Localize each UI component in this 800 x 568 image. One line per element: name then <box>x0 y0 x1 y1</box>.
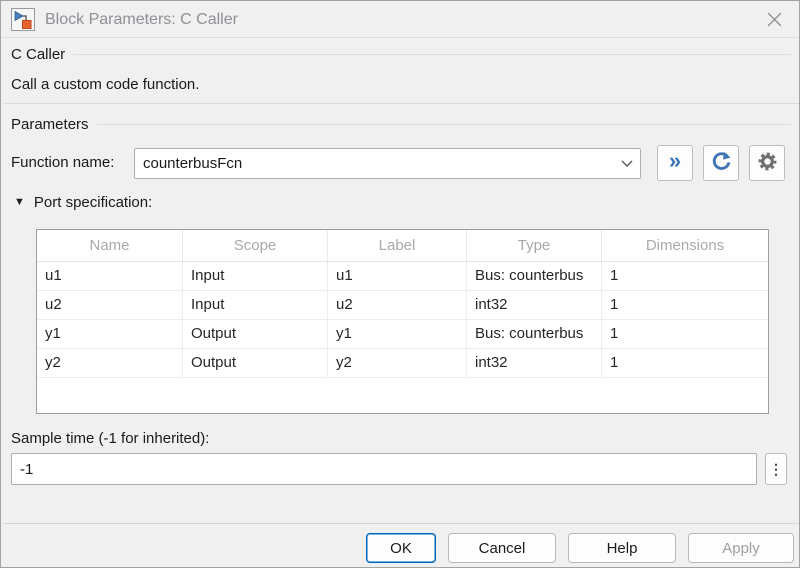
cell-name[interactable]: y2 <box>37 349 183 377</box>
cell-dimensions[interactable]: 1 <box>602 349 768 377</box>
parameters-section-header: Parameters <box>11 114 791 134</box>
cell-type[interactable]: int32 <box>467 291 602 319</box>
table-row[interactable]: u1 Input u1 Bus: counterbus 1 <box>37 262 768 291</box>
block-parameters-dialog: Block Parameters: C Caller C Caller Call… <box>0 0 800 568</box>
port-specification-table: Name Scope Label Type Dimensions u1 Inpu… <box>36 229 769 414</box>
refresh-icon <box>711 151 732 175</box>
column-header: Scope <box>183 230 328 261</box>
column-header: Label <box>328 230 467 261</box>
footer-divider <box>3 523 799 524</box>
window-title: Block Parameters: C Caller <box>45 1 238 38</box>
gear-icon <box>757 151 778 175</box>
sample-time-input[interactable] <box>11 453 757 485</box>
cell-name[interactable]: u2 <box>37 291 183 319</box>
open-in-editor-button[interactable]: » <box>657 145 693 181</box>
cell-type[interactable]: Bus: counterbus <box>467 320 602 348</box>
port-specification-toggle[interactable]: ▼ Port specification: <box>14 191 152 213</box>
cell-label[interactable]: y1 <box>328 320 467 348</box>
block-type-header: C Caller <box>11 44 791 64</box>
section-divider <box>3 103 799 104</box>
double-chevron-icon: » <box>669 150 681 172</box>
cell-name[interactable]: y1 <box>37 320 183 348</box>
cell-label[interactable]: u1 <box>328 262 467 290</box>
close-icon[interactable] <box>751 1 797 37</box>
kebab-icon: ⋮ <box>769 461 783 478</box>
chevron-down-icon[interactable] <box>614 149 640 178</box>
cell-label[interactable]: y2 <box>328 349 467 377</box>
sample-time-options-button[interactable]: ⋮ <box>765 453 787 485</box>
table-row[interactable]: y1 Output y1 Bus: counterbus 1 <box>37 320 768 349</box>
cell-name[interactable]: u1 <box>37 262 183 290</box>
block-type-label: C Caller <box>11 46 65 63</box>
cell-scope[interactable]: Input <box>183 262 328 290</box>
function-name-input[interactable] <box>135 155 614 172</box>
refresh-button[interactable] <box>703 145 739 181</box>
legend-line <box>73 54 791 55</box>
table-empty-area <box>37 378 768 413</box>
cell-type[interactable]: Bus: counterbus <box>467 262 602 290</box>
table-row[interactable]: u2 Input u2 int32 1 <box>37 291 768 320</box>
function-name-combobox[interactable] <box>134 148 641 179</box>
apply-button[interactable]: Apply <box>688 533 794 563</box>
cell-scope[interactable]: Output <box>183 320 328 348</box>
sample-time-label: Sample time (-1 for inherited): <box>11 430 209 447</box>
cell-scope[interactable]: Input <box>183 291 328 319</box>
ok-button[interactable]: OK <box>366 533 436 563</box>
table-row[interactable]: y2 Output y2 int32 1 <box>37 349 768 378</box>
cell-type[interactable]: int32 <box>467 349 602 377</box>
column-header: Name <box>37 230 183 261</box>
collapse-triangle-icon[interactable]: ▼ <box>14 197 25 208</box>
column-header: Type <box>467 230 602 261</box>
legend-line <box>97 124 791 125</box>
cell-dimensions[interactable]: 1 <box>602 262 768 290</box>
parameters-section-label: Parameters <box>11 116 89 133</box>
cell-label[interactable]: u2 <box>328 291 467 319</box>
table-header-row: Name Scope Label Type Dimensions <box>37 230 768 262</box>
cell-dimensions[interactable]: 1 <box>602 320 768 348</box>
cell-dimensions[interactable]: 1 <box>602 291 768 319</box>
block-description: Call a custom code function. <box>11 76 199 93</box>
port-specification-label: Port specification: <box>34 194 152 211</box>
settings-button[interactable] <box>749 145 785 181</box>
column-header: Dimensions <box>602 230 768 261</box>
cell-scope[interactable]: Output <box>183 349 328 377</box>
function-name-label: Function name: <box>11 145 114 181</box>
help-button[interactable]: Help <box>568 533 676 563</box>
cancel-button[interactable]: Cancel <box>448 533 556 563</box>
title-bar: Block Parameters: C Caller <box>1 1 799 38</box>
simulink-block-icon <box>11 8 35 31</box>
